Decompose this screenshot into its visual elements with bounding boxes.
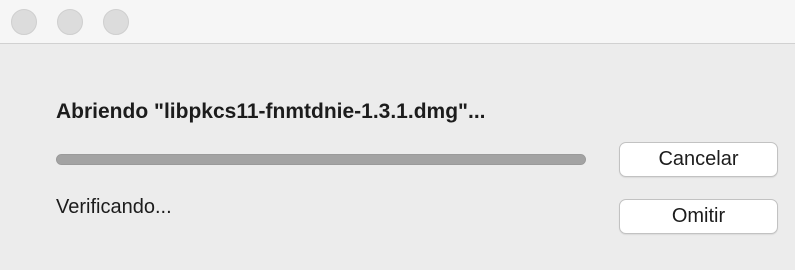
cancel-button[interactable]: Cancelar: [619, 142, 778, 177]
minimize-window-button[interactable]: [57, 9, 83, 35]
skip-button[interactable]: Omitir: [619, 199, 778, 234]
dialog-window: Abriendo "libpkcs11-fnmtdnie-1.3.1.dmg".…: [0, 0, 795, 270]
title-bar: [0, 0, 795, 44]
progress-fill: [57, 155, 585, 164]
dialog-heading: Abriendo "libpkcs11-fnmtdnie-1.3.1.dmg".…: [56, 100, 486, 123]
close-window-button[interactable]: [11, 9, 37, 35]
zoom-window-button[interactable]: [103, 9, 129, 35]
status-text: Verificando...: [56, 196, 172, 218]
progress-bar: [56, 154, 586, 165]
